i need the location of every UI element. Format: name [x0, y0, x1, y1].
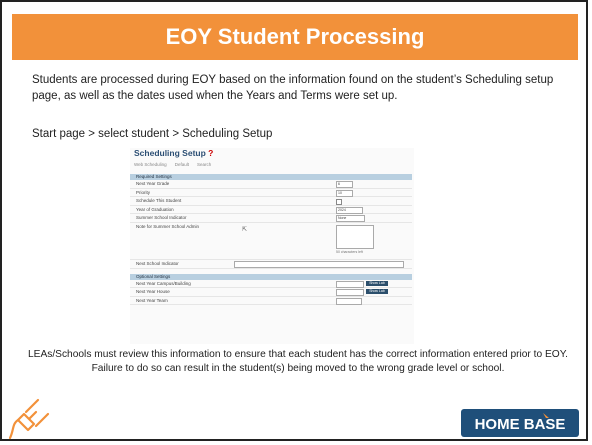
intro-paragraph: Students are processed during EOY based …: [32, 74, 554, 102]
summer-school-indicator-select[interactable]: None: [336, 215, 365, 223]
next-school-indicator-select[interactable]: [234, 260, 404, 268]
next-year-house-field[interactable]: [336, 289, 364, 297]
character-counter: 50 characters left: [336, 249, 363, 254]
next-year-grade-field[interactable]: 6: [336, 181, 353, 188]
mouse-cursor-icon: ⇱: [242, 226, 248, 233]
scheduling-setup-screenshot: Scheduling Setup ? Web Scheduling Defaul…: [130, 148, 414, 344]
title-bar: EOY Student Processing: [12, 14, 578, 60]
row-next-year-house: Next Year House Show Lab: [130, 288, 412, 297]
tab-search[interactable]: Search: [197, 162, 211, 167]
schedule-student-checkbox[interactable]: [336, 199, 342, 206]
tab-web-scheduling[interactable]: Web Scheduling: [134, 162, 167, 167]
nav-path: Start page > select student > Scheduling…: [32, 128, 273, 140]
row-next-year-grade: Next Year Grade 6: [130, 180, 412, 189]
settings-form: Required Settings Next Year Grade 6 Prio…: [130, 174, 412, 306]
home-base-logo: HOME BASE: [461, 409, 579, 437]
tab-default[interactable]: Default: [175, 162, 189, 167]
summer-school-notes-textarea[interactable]: [336, 224, 374, 249]
row-year-of-graduation: Year of Graduation 2024: [130, 206, 412, 215]
priority-field[interactable]: 10: [336, 189, 353, 197]
plug-icon: [8, 398, 50, 440]
next-year-house-button[interactable]: Show Lab: [366, 289, 388, 295]
row-summer-school-indicator: Summer School Indicator None: [130, 214, 412, 223]
slide-title: EOY Student Processing: [165, 24, 425, 49]
scheduling-setup-title: Scheduling Setup ?: [134, 148, 214, 158]
svg-text:HOME BASE: HOME BASE: [475, 416, 566, 433]
next-year-team-select[interactable]: [336, 297, 362, 305]
row-priority: Priority 10: [130, 189, 412, 198]
next-year-campus-button[interactable]: Show Lab: [366, 280, 388, 286]
row-next-year-team: Next Year Team: [130, 297, 412, 306]
row-schedule-student: Schedule This Student: [130, 197, 412, 206]
screenshot-tabs: Web Scheduling Default Search: [134, 162, 211, 167]
year-of-graduation-field[interactable]: 2024: [336, 206, 363, 214]
required-marker: ?: [208, 148, 214, 158]
row-summer-school-notes: Note for Summer School Admin ⇱ 50 charac…: [130, 223, 412, 260]
footer-paragraph: LEAs/Schools must review this informatio…: [27, 349, 569, 374]
next-year-campus-field[interactable]: [336, 280, 364, 288]
row-next-year-campus: Next Year Campus/Building Show Lab: [130, 280, 412, 289]
slide: EOY Student Processing Students are proc…: [0, 0, 588, 441]
row-next-school-indicator: Next School Indicator: [130, 260, 412, 269]
